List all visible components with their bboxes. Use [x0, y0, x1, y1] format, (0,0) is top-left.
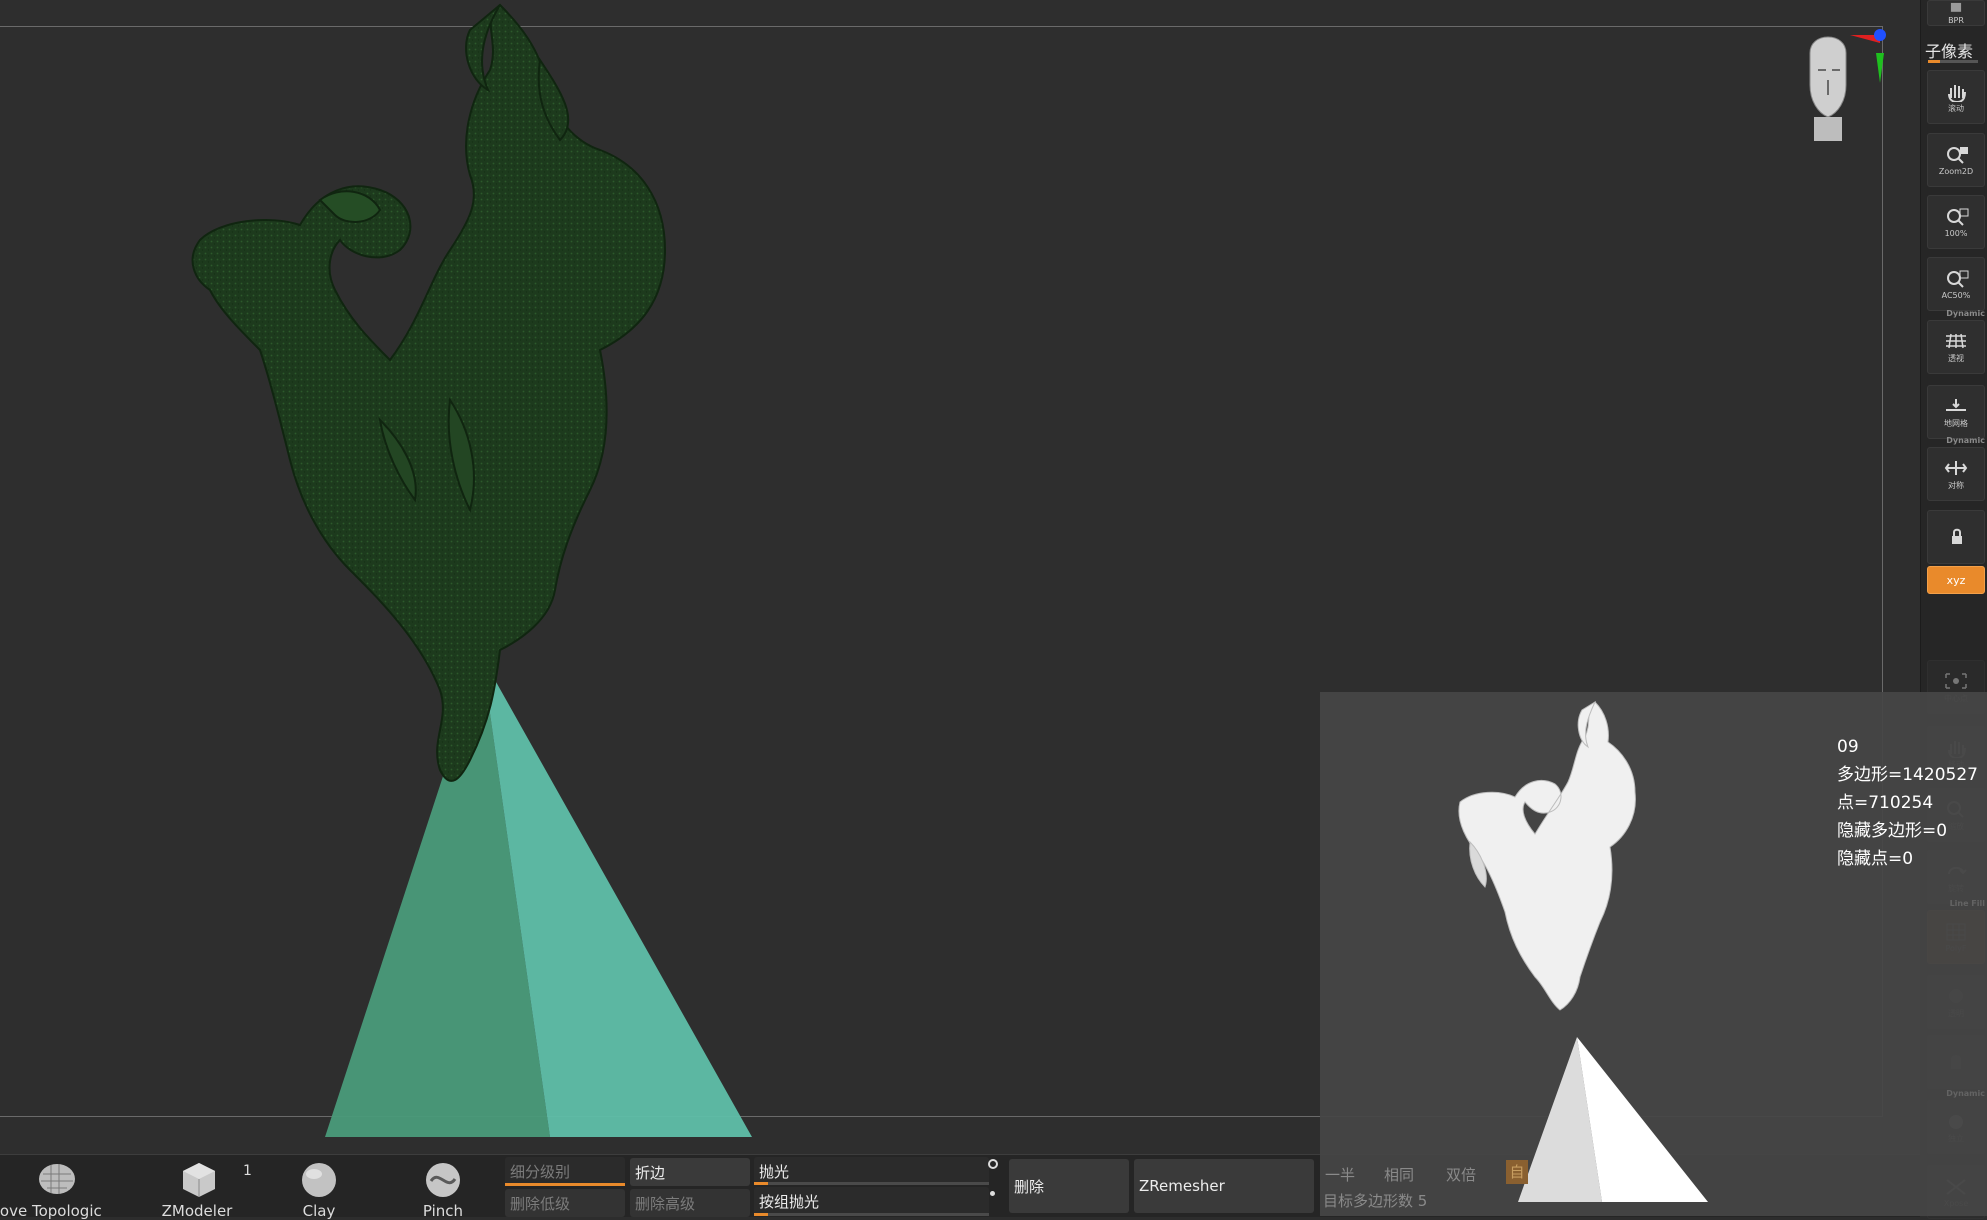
scroll-button[interactable]: 滚动: [1927, 70, 1985, 124]
bpr-button[interactable]: BPR: [1927, 0, 1985, 26]
delete-lower-button[interactable]: 删除低级: [505, 1189, 625, 1217]
center-icon: [1945, 673, 1967, 689]
shelf-button-label: BPR: [1948, 16, 1964, 25]
shelf-button-label: Zoom2D: [1938, 167, 1974, 176]
polish-slider-bar: [754, 1182, 989, 1185]
shelf-button-label: AC50%: [1941, 291, 1971, 300]
preview-half-button[interactable]: 一半: [1325, 1164, 1355, 1185]
delete-higher-label: 删除高级: [635, 1194, 696, 1213]
stats-polygons: 多边形=1420527: [1837, 765, 1978, 785]
delete-label: 删除: [1014, 1177, 1045, 1196]
shelf-tag: Dynamic: [1946, 309, 1985, 318]
floor-grid-button[interactable]: 地网格: [1927, 385, 1985, 439]
zoom100-button[interactable]: 100%: [1927, 195, 1985, 249]
preview-double-button[interactable]: 双倍: [1446, 1164, 1476, 1185]
navigation-gizmo[interactable]: [1780, 25, 1890, 155]
pinch-brush-icon: [426, 1163, 460, 1197]
shelf-tag: Dynamic: [1946, 1089, 1985, 1098]
zoom2d-button[interactable]: Zoom2D: [1927, 133, 1985, 187]
shelf-button-label: 地网格: [1944, 419, 1968, 428]
polish-groups-label: 按组抛光: [759, 1192, 820, 1211]
brush-label: ZModeler: [161, 1202, 233, 1220]
shelf-button-label: 对称: [1948, 481, 1964, 490]
preview-horse: [1458, 700, 1636, 1011]
axis-gizmo-icon: [1850, 29, 1886, 83]
topology-brush-button[interactable]: epMove Topologic: [0, 1159, 110, 1220]
bpr-icon: [1950, 2, 1962, 12]
delete-higher-button[interactable]: 删除高级: [630, 1189, 750, 1217]
polish-groups-toggle-dot[interactable]: [990, 1191, 995, 1196]
zmodeler-brush-icon: [183, 1163, 215, 1197]
xyz-button[interactable]: xyz: [1927, 566, 1985, 594]
clay-brush-button[interactable]: Clay: [264, 1159, 374, 1220]
local-button[interactable]: [1927, 510, 1985, 564]
clay-brush-icon: [302, 1163, 336, 1197]
floor-grid-icon: [1946, 399, 1966, 411]
zremesher-label: ZRemesher: [1139, 1177, 1225, 1195]
zoom-icon: [1947, 270, 1969, 288]
delete-lower-label: 删除低级: [510, 1194, 571, 1213]
polish-groups-slider[interactable]: 按组抛光: [754, 1187, 989, 1215]
zremesher-button[interactable]: ZRemesher: [1134, 1159, 1314, 1213]
perspective-button[interactable]: 透视: [1927, 320, 1985, 374]
preview-auto-button[interactable]: 自: [1506, 1160, 1528, 1184]
head-orientation-icon[interactable]: [1809, 36, 1847, 141]
subpixel-label: 子像素: [1925, 42, 1974, 61]
polish-slider[interactable]: 抛光: [754, 1157, 989, 1185]
preview-same-button[interactable]: 相同: [1384, 1164, 1414, 1185]
shelf-button-label: xyz: [1946, 574, 1966, 587]
hand-icon: [1948, 85, 1966, 102]
symmetry-button[interactable]: 对称: [1927, 447, 1985, 501]
subdiv-level-slider[interactable]: 细分级别: [505, 1157, 625, 1185]
shelf-button-label: 滚动: [1948, 104, 1964, 113]
topology-brush-icon: [39, 1164, 75, 1194]
ac50-button[interactable]: AC50%: [1927, 257, 1985, 311]
shelf-tag: Line Fill: [1949, 899, 1985, 908]
polish-label: 抛光: [759, 1162, 790, 1181]
zmodeler-badge: 1: [243, 1163, 252, 1179]
perspective-grid-icon: [1946, 333, 1966, 349]
crease-button[interactable]: 折边: [630, 1158, 750, 1186]
target-poly-label: 目标多边形数 5: [1323, 1192, 1428, 1210]
subdiv-level-label: 细分级别: [510, 1162, 571, 1181]
brush-label: Pinch: [422, 1202, 464, 1220]
horse-sculpture-model[interactable]: [191, 3, 667, 782]
shelf-button-label: 透视: [1948, 354, 1964, 363]
zmodeler-brush-button[interactable]: ZModeler: [142, 1159, 252, 1220]
brush-label: epMove Topologic: [0, 1202, 102, 1220]
subdiv-level-bar: [505, 1183, 625, 1186]
shelf-button-label: 100%: [1944, 229, 1968, 238]
polish-toggle-dot[interactable]: [988, 1159, 998, 1169]
delete-button[interactable]: 删除: [1009, 1159, 1129, 1213]
zoom2d-icon: [1947, 147, 1968, 164]
symmetry-icon: [1944, 461, 1968, 475]
stats-hidden-polygons: 隐藏多边形=0: [1837, 821, 1948, 841]
stats-hidden-points: 隐藏点=0: [1837, 849, 1914, 869]
stats-subtool-index: 09: [1837, 737, 1859, 757]
stats-points: 点=710254: [1837, 793, 1934, 813]
shelf-tag: Dynamic: [1946, 436, 1985, 445]
pyramid-base[interactable]: [325, 657, 752, 1137]
mesh-stats: 09 多边形=1420527 点=710254 隐藏多边形=0 隐藏点=0: [1837, 733, 1978, 873]
crease-label: 折边: [635, 1163, 666, 1182]
brush-label: Clay: [302, 1202, 336, 1220]
subpixel-slider[interactable]: [1928, 60, 1978, 63]
local-lock-icon: [1952, 528, 1962, 544]
pinch-brush-button[interactable]: Pinch: [388, 1159, 498, 1220]
zoom-icon: [1947, 208, 1969, 226]
preview-pyramid: [1518, 1037, 1708, 1202]
